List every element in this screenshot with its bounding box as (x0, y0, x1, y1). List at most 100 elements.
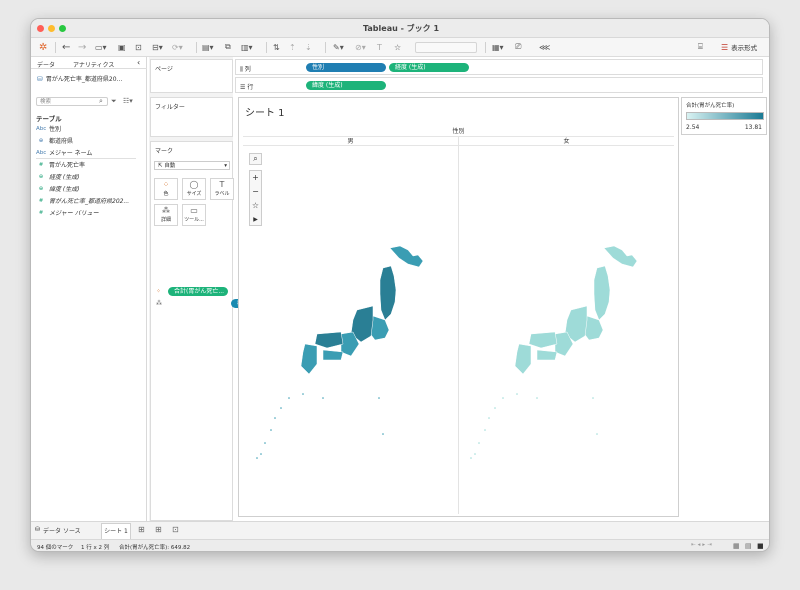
island-mark[interactable] (280, 407, 282, 409)
sort-asc-icon[interactable]: ⇡ (289, 41, 296, 53)
field-item[interactable]: ⊕ 都道府県 (36, 136, 73, 146)
new-datasource-icon[interactable]: ⊡ (135, 41, 142, 53)
duplicate-sheet-icon[interactable]: ⧉ (225, 41, 231, 53)
row-pill[interactable]: 緯度 (生成) (306, 81, 386, 90)
column-pill[interactable]: 経度 (生成) (389, 63, 469, 72)
prefecture-region-chugoku[interactable] (528, 331, 558, 349)
island-mark[interactable] (260, 453, 262, 455)
tab-analytics[interactable]: アナリティクス (73, 60, 114, 69)
prefecture-region-chugoku[interactable] (314, 331, 344, 349)
island-mark[interactable] (378, 397, 380, 399)
mark-type-dropdown[interactable]: ⇱ 自動 ▾ (154, 161, 230, 170)
mark-size-button[interactable]: ◯ サイズ (182, 178, 206, 200)
japan-map-male[interactable] (256, 245, 424, 459)
group-icon[interactable]: ⊘▾ (355, 41, 366, 53)
view-options-icon[interactable]: ☷▾ (123, 97, 133, 105)
marks-pill[interactable]: 合計(胃がん死亡... (168, 287, 228, 296)
tab-sheet-1[interactable]: シート 1 (101, 523, 131, 539)
tab-data-source[interactable]: ⛁ データ ソース (35, 526, 81, 535)
island-mark[interactable] (274, 417, 276, 419)
show-me-icon[interactable]: ▦▾ (492, 41, 504, 53)
columns-shelf[interactable]: ⫼ 列 性別 経度 (生成) (235, 59, 763, 75)
island-mark[interactable] (270, 429, 272, 431)
field-item[interactable]: Abc 性別 (36, 124, 61, 134)
color-legend[interactable]: 合計(胃がん死亡率) 2.54 13.81 (681, 97, 767, 135)
island-mark[interactable] (592, 397, 594, 399)
rows-shelf[interactable]: ☰ 行 緯度 (生成) (235, 77, 763, 93)
prefecture-region-shikoku[interactable] (322, 349, 344, 361)
island-mark[interactable] (502, 397, 504, 399)
connect-icon[interactable]: ▭▾ (95, 41, 107, 53)
island-mark[interactable] (382, 433, 384, 435)
forward-icon[interactable]: → (78, 41, 86, 53)
island-mark[interactable] (488, 417, 490, 419)
prefecture-region-hokkaido[interactable] (389, 245, 424, 268)
sort-desc-icon[interactable]: ⇣ (305, 41, 312, 53)
prefecture-region-hokkaido[interactable] (603, 245, 638, 268)
island-mark[interactable] (302, 393, 304, 395)
island-mark[interactable] (516, 393, 518, 395)
filmstrip-icon[interactable]: ▤ (745, 542, 752, 550)
pause-update-icon[interactable]: ⊟▾ (152, 41, 163, 53)
new-dashboard-icon[interactable]: ⊞ (155, 525, 162, 534)
detail-icon: ⁂ (162, 206, 170, 215)
field-item[interactable]: ⊕ 緯度 (生成) (36, 184, 80, 194)
show-tabs-icon[interactable]: ▦ (733, 542, 740, 550)
island-mark[interactable] (478, 442, 480, 444)
field-item[interactable]: # 胃がん死亡率_都道府県202... (36, 196, 130, 206)
island-mark[interactable] (536, 397, 538, 399)
label-icon: T (219, 180, 225, 189)
field-search-input[interactable]: 検索 (36, 97, 108, 106)
presentation-icon[interactable]: ⎚ (515, 41, 521, 53)
tab-navigation-icon[interactable]: ⇤◂▸⇥ (691, 542, 714, 548)
prefecture-region-shikoku[interactable] (536, 349, 558, 361)
filters-card[interactable]: フィルター (150, 97, 233, 137)
columns-icon: ⫼ (240, 66, 243, 73)
mark-color-button[interactable]: ⁘ 色 (154, 178, 178, 200)
island-mark[interactable] (494, 407, 496, 409)
collapse-pane-icon[interactable]: ‹ (137, 58, 140, 67)
island-mark[interactable] (264, 442, 266, 444)
japan-map-female[interactable] (470, 245, 638, 459)
filter-icon[interactable]: ⏷ (111, 97, 117, 106)
island-mark[interactable] (474, 453, 476, 455)
pin-icon[interactable]: ☆ (394, 41, 401, 53)
fit-dropdown[interactable] (415, 42, 477, 53)
island-mark[interactable] (484, 429, 486, 431)
island-mark[interactable] (470, 457, 472, 459)
data-source-item[interactable]: ⛁ 胃がん死亡率_都道府県20... (37, 74, 122, 84)
mark-detail-button[interactable]: ⁂ 詳細 (154, 204, 178, 226)
swap-icon[interactable]: ⇅ (273, 41, 280, 53)
island-mark[interactable] (322, 397, 324, 399)
island-mark[interactable] (596, 433, 598, 435)
grid-view-icon[interactable]: ■ (757, 542, 764, 550)
tab-data[interactable]: データ (37, 60, 55, 69)
share-icon[interactable]: ⋘ (539, 41, 550, 53)
paint-roller-icon[interactable]: ⌸ (698, 41, 703, 53)
mark-label-button[interactable]: T ラベル (210, 178, 234, 200)
island-mark[interactable] (256, 457, 258, 459)
field-item[interactable]: ⊕ 経度 (生成) (36, 172, 80, 182)
field-item[interactable]: Abc メジャー ネーム (36, 148, 92, 158)
column-pill[interactable]: 性別 (306, 63, 386, 72)
prefecture-region-tohoku[interactable] (379, 265, 397, 321)
format-button[interactable]: ☰ 表示形式 (721, 42, 757, 53)
new-story-icon[interactable]: ⊡ (172, 525, 179, 534)
new-sheet-icon[interactable]: ▤▾ (202, 41, 214, 53)
highlight-icon[interactable]: ✎▾ (333, 41, 344, 53)
prefecture-region-tohoku[interactable] (593, 265, 611, 321)
field-item[interactable]: # 胃がん死亡率 (36, 160, 85, 170)
field-item[interactable]: # メジャー バリュー (36, 208, 99, 218)
save-icon[interactable]: ▣ (118, 41, 126, 53)
mark-tooltip-button[interactable]: ▭ ツール... (182, 204, 206, 226)
island-mark[interactable] (288, 397, 290, 399)
run-update-icon[interactable]: ⟳▾ (172, 41, 183, 53)
label-icon[interactable]: T (377, 41, 382, 53)
new-worksheet-icon[interactable]: ⊞ (138, 525, 145, 534)
tableau-logo-icon[interactable]: ✲ (39, 41, 47, 53)
clear-sheet-icon[interactable]: ▥▾ (241, 41, 253, 53)
prefecture-region-kyushu[interactable] (514, 343, 532, 375)
back-icon[interactable]: ← (62, 41, 70, 53)
pages-card[interactable]: ページ (150, 59, 233, 93)
prefecture-region-kyushu[interactable] (300, 343, 318, 375)
